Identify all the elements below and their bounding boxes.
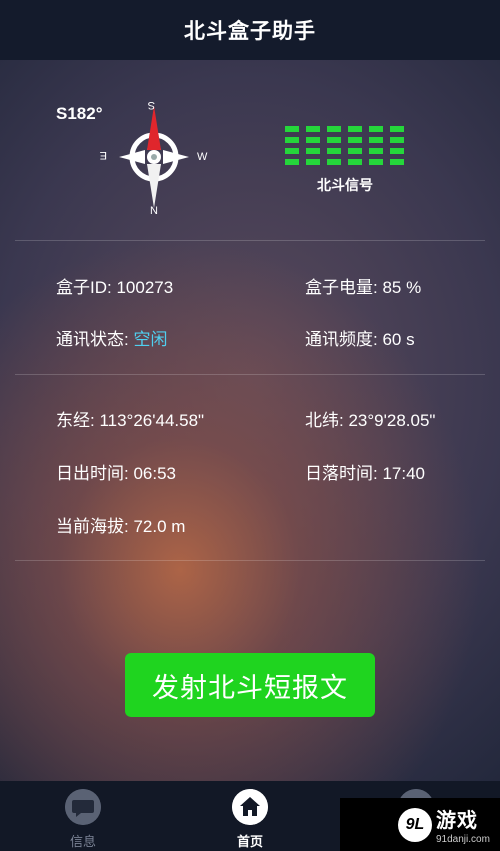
latitude: 北纬: 23°9'28.05"	[305, 411, 436, 430]
signal-label: 北斗信号	[317, 177, 373, 193]
divider	[15, 560, 485, 561]
sunrise-time: 日出时间: 06:53	[56, 464, 176, 483]
page-title: 北斗盒子助手	[184, 20, 316, 43]
watermark-logo: 9L	[398, 807, 432, 842]
title-bar: 北斗盒子助手	[0, 0, 500, 60]
box-id-value: 100273	[116, 278, 174, 297]
comm-state: 通讯状态: 空闲	[56, 330, 168, 349]
altitude: 当前海拔: 72.0 m	[56, 517, 186, 536]
compass-e-label: E	[100, 149, 107, 161]
nav-item-messages[interactable]: 信息	[53, 789, 113, 850]
battery-value: 85 %	[382, 278, 422, 297]
home-icon	[232, 789, 268, 825]
watermark-name: 游戏	[436, 810, 478, 832]
sunset-time: 日落时间: 17:40	[305, 464, 425, 483]
sunrise-value: 06:53	[133, 464, 176, 483]
message-icon	[65, 789, 101, 825]
sunset-value: 17:40	[382, 464, 425, 483]
comm-frequency-value: 60 s	[382, 330, 415, 349]
signal-bars-icon	[285, 126, 410, 165]
divider	[15, 240, 485, 241]
box-id: 盒子ID: 100273	[56, 278, 174, 297]
comm-state-value: 空闲	[133, 330, 168, 349]
nav-item-home[interactable]: 首页	[220, 789, 280, 850]
comm-frequency: 通讯频度: 60 s	[305, 330, 415, 349]
watermark-domain: 91danji.com	[436, 834, 490, 845]
latitude-value: 23°9'28.05"	[348, 411, 436, 430]
battery-level: 盒子电量: 85 %	[305, 278, 422, 297]
compass-icon: S W E N	[100, 99, 208, 216]
compass-s-label: S	[148, 99, 155, 111]
nav-label-home: 首页	[236, 834, 263, 849]
compass-n-label: N	[150, 205, 158, 216]
watermark: 9L 游戏 91danji.com	[340, 798, 500, 851]
nav-label-messages: 信息	[69, 834, 96, 849]
altitude-value: 72.0 m	[133, 517, 186, 536]
divider	[15, 374, 485, 375]
longitude-value: 113°26'44.58"	[99, 411, 205, 430]
signal-indicator: 北斗信号	[285, 126, 410, 195]
send-message-button[interactable]: 发射北斗短报文	[125, 653, 375, 717]
longitude: 东经: 113°26'44.58"	[56, 411, 205, 430]
compass-w-label: W	[197, 151, 208, 163]
